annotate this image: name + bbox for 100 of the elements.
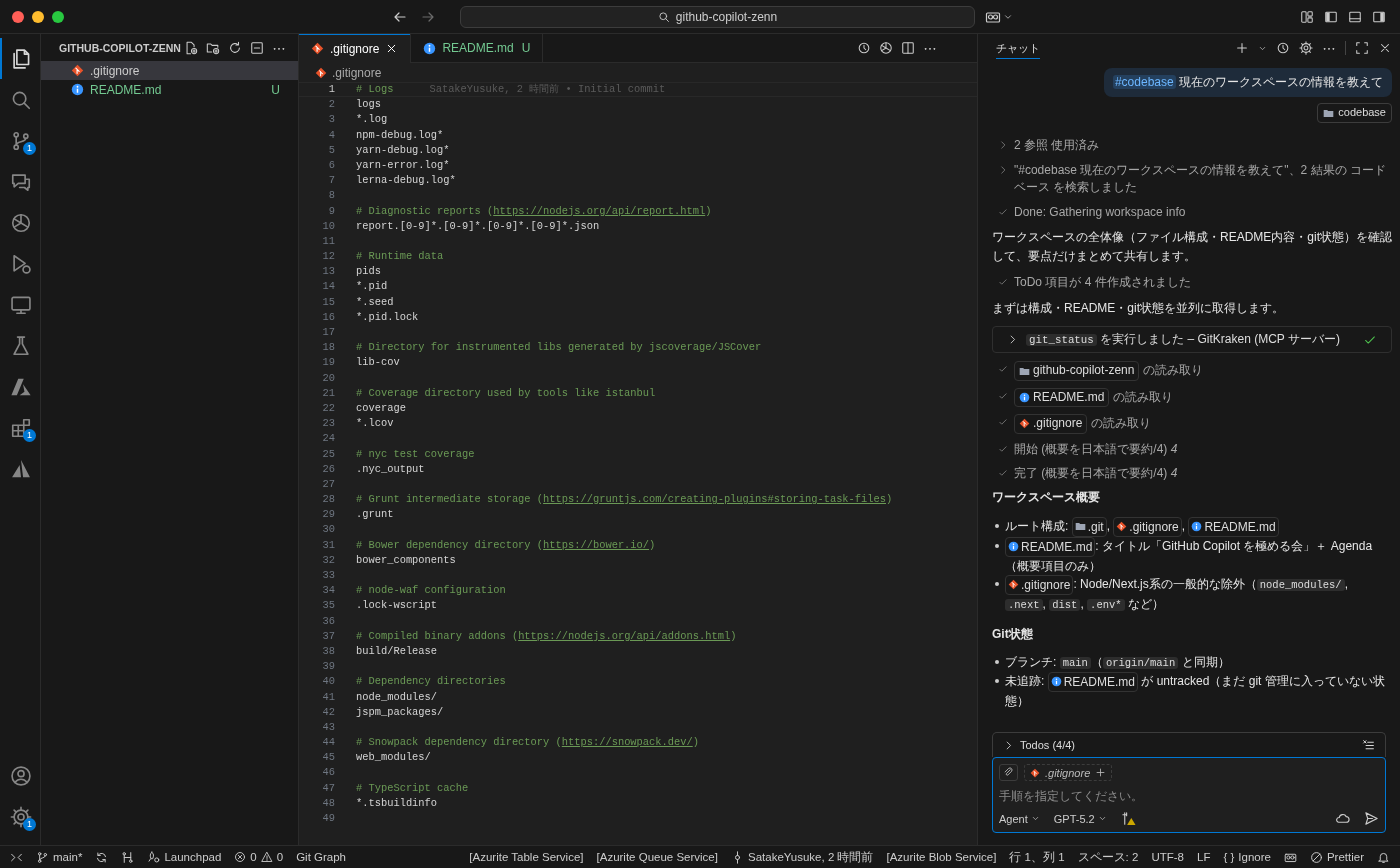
code-text: report.[0-9]*.[0-9]*.[0-9]*.[0-9]*.json [356,219,600,232]
chat-input[interactable]: 手順を指定してください。 [999,787,1379,805]
zoom-window-button[interactable] [52,10,64,23]
refresh-icon[interactable] [228,40,242,55]
code-link[interactable]: https://bower.io/ [543,538,650,551]
code-text: npm-debug.log* [356,128,444,141]
line-number: 39 [321,659,335,675]
plus-icon[interactable] [1235,41,1249,55]
file-reference[interactable]: github-copilot-zenn [1014,361,1140,381]
file-reference[interactable]: .git [1071,516,1107,537]
sidebar-right-icon[interactable] [1372,9,1386,24]
status-item[interactable]: 行 1、列 1 [1009,849,1065,865]
file-item[interactable]: .gitignore [41,61,298,80]
paperclip-icon [1003,767,1014,778]
status-item[interactable]: UTF-8 [1151,851,1184,863]
compare-button[interactable] [121,850,135,864]
run-debug-icon [10,252,32,275]
model-dropdown[interactable]: GPT-5.2 [1053,812,1107,825]
code-link[interactable]: https://snowpack.dev/ [561,736,693,749]
code-link[interactable]: https://nodejs.org/api/addons.html [518,629,731,642]
problems-status[interactable]: 0 0 [234,851,284,863]
error-icon [234,851,247,863]
status-item[interactable]: Prettier [1309,850,1364,864]
status-item[interactable]: Launchpad [147,850,222,864]
attach-button[interactable] [999,764,1018,781]
history-icon[interactable] [1276,41,1290,55]
status-item[interactable]: LF [1197,851,1211,863]
status-item[interactable]: main* [36,850,83,864]
file-item[interactable]: README.md U [41,80,298,99]
send-icon[interactable] [1364,811,1379,826]
code-comment: # Grunt intermediate storage ( [356,493,544,506]
chevron-icon[interactable] [998,140,1008,151]
source-control-tab[interactable]: 1 [0,120,40,161]
clear-all-icon[interactable] [1362,738,1375,752]
inline-code: main [1059,656,1091,669]
editor-tab[interactable]: .gitignore [299,34,412,63]
settings-icon[interactable] [1299,41,1313,55]
message-text: の読み取り [1089,416,1151,431]
code-link[interactable]: https://gruntjs.com/creating-plugins#storing-task-files [543,493,886,506]
command-center[interactable]: github-copilot-zenn [460,5,975,28]
status-item[interactable]: [Azurite Queue Service] [596,851,718,863]
file-reference[interactable]: .gitignore [1014,414,1088,434]
code-comment: # Compiled binary addons ( [356,629,519,642]
status-item[interactable]: スペース: 2 [1077,849,1139,865]
collapse-icon[interactable] [250,40,264,55]
info-icon [1019,392,1030,404]
section-heading: Git状態 [992,625,1034,643]
status-item[interactable]: [Azurite Blob Service] [886,851,997,863]
code-comment: ) [886,493,893,506]
extensions-tab[interactable]: 1 [0,407,40,448]
line-number: 10 [321,218,335,234]
close-icon[interactable] [1378,41,1392,55]
editor-tab[interactable]: README.md U [411,34,544,62]
file-reference[interactable]: README.md [1047,671,1138,692]
inline-code: .env* [1087,598,1125,611]
sync-button[interactable] [95,850,109,864]
check-icon [998,417,1008,428]
line-number: 19 [321,355,335,371]
message-text: , [1080,596,1085,611]
status-item[interactable]: Git Graph [296,851,346,863]
new-folder-icon[interactable] [206,40,220,55]
chevron-icon[interactable] [998,164,1008,175]
bell-button[interactable] [1377,850,1390,864]
code-text: .lock-wscript [356,599,438,612]
attachment-chip[interactable]: codebase [1317,103,1392,124]
layout-icon[interactable] [1300,9,1314,24]
tool-call-panel[interactable]: git_status を実行しました – GitKraken (MCP サーバー) [992,325,1392,354]
settings-tab[interactable]: 1 [0,796,40,837]
mode-dropdown[interactable]: Agent [999,812,1040,825]
knot-icon[interactable] [879,41,893,55]
line-number: 13 [321,264,335,280]
line-number: 6 [327,157,335,173]
code-link[interactable]: https://nodejs.org/api/report.html [493,204,706,217]
file-reference[interactable]: .gitignore [1005,574,1074,595]
code-comment: # Runtime data [356,250,444,263]
line-number: 5 [327,142,335,158]
file-reference[interactable]: README.md [1188,516,1279,537]
line-number: 18 [321,340,335,356]
file-reference[interactable]: .gitignore [1113,516,1182,537]
code-text: logs [356,98,381,111]
chat-tab[interactable]: チャット [996,37,1040,59]
tools-warning-icon[interactable] [1120,811,1136,826]
minimize-window-button[interactable] [32,10,44,23]
split-editor-icon[interactable] [901,41,915,55]
file-reference[interactable]: README.md [1014,387,1110,408]
close-window-button[interactable] [12,10,24,23]
history-icon[interactable] [857,41,871,55]
cloud-icon[interactable] [1335,811,1350,826]
file-reference[interactable]: README.md [1005,536,1096,557]
sidebar-left-icon[interactable] [1324,9,1338,24]
code-text: yarn-error.log* [356,158,450,171]
context-chip[interactable]: .gitignore [1024,764,1113,781]
panel-icon[interactable] [1348,9,1362,24]
status-item[interactable]: [Azurite Table Service] [469,851,584,863]
new-file-icon[interactable] [184,40,198,55]
breadcrumb[interactable]: .gitignore [332,65,382,80]
code-comment: ) [705,204,712,217]
maximize-icon[interactable] [1355,41,1369,55]
status-item[interactable]: { } Ignore [1223,851,1271,863]
status-item[interactable]: SatakeYusuke, 2 時間前 [730,849,874,865]
